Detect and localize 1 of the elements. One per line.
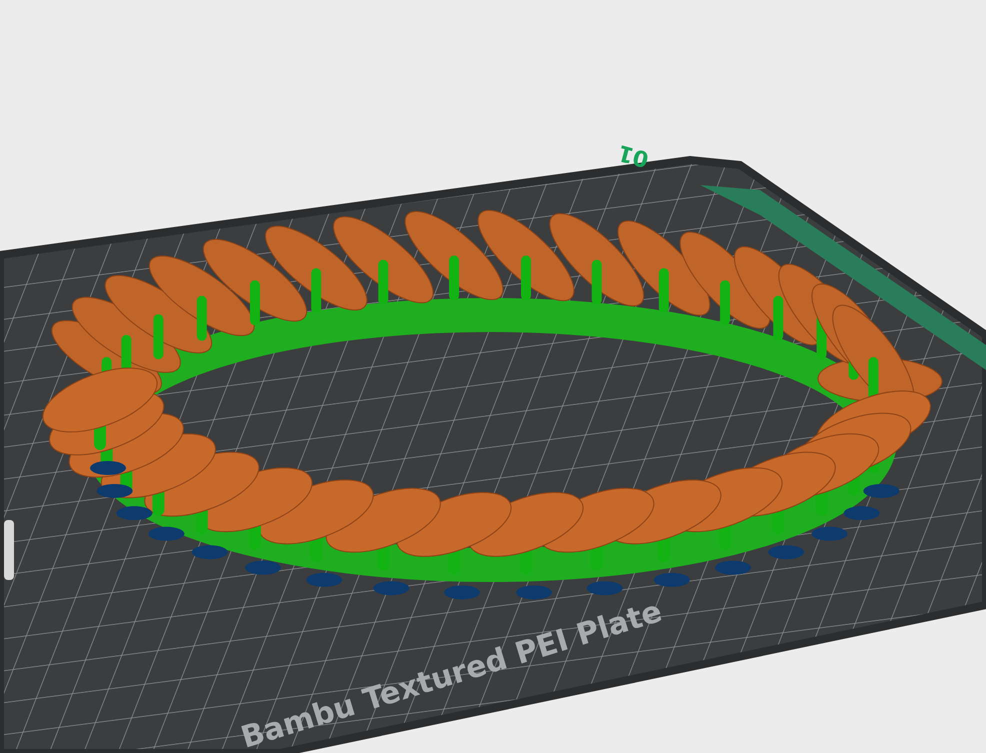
plate-number: 01 [616,139,652,172]
